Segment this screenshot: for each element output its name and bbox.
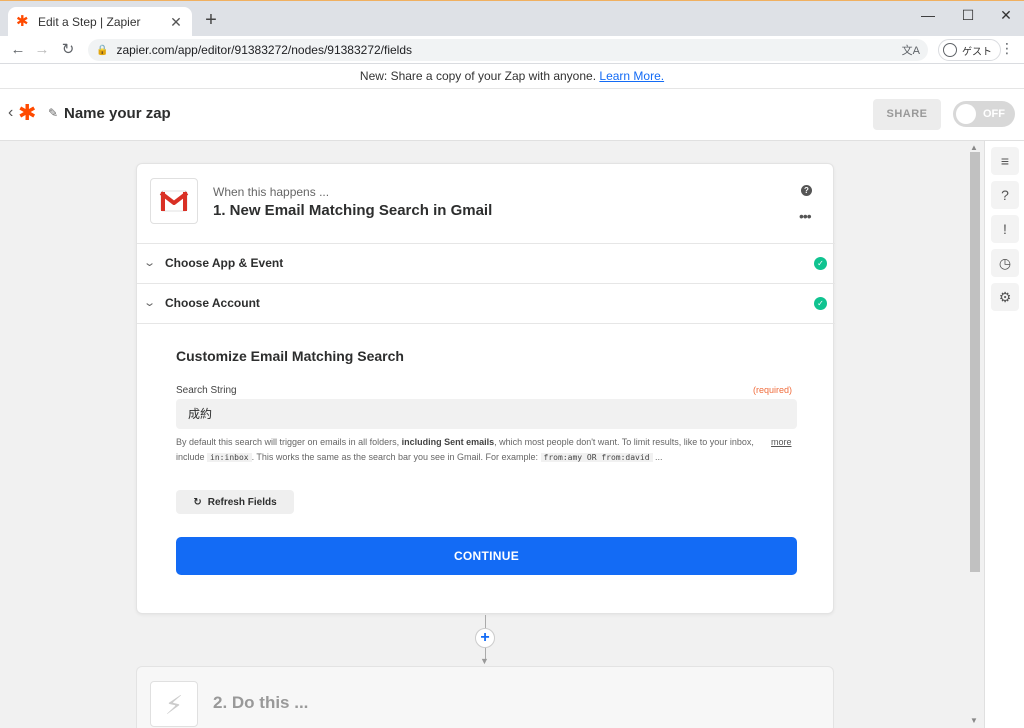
maximize-button[interactable]: ☐ [948, 5, 988, 25]
refresh-label: Refresh Fields [207, 496, 277, 508]
lock-icon: 🔒 [96, 44, 109, 56]
profile-button[interactable]: ゲスト [938, 39, 1001, 61]
translate-icon[interactable]: 文A [902, 42, 920, 58]
section-divider [137, 323, 835, 324]
help-text-part: . This works the same as the search bar … [251, 452, 539, 462]
url-text: zapier.com/app/editor/91383272/nodes/913… [116, 43, 413, 57]
check-circle-icon: ✓ [814, 297, 827, 310]
close-tab-icon[interactable]: ✕ [168, 14, 184, 31]
pencil-icon[interactable]: ✎ [48, 106, 58, 120]
history-clock-icon[interactable]: ◷ [991, 249, 1019, 277]
customize-title: Customize Email Matching Search [176, 348, 404, 364]
scroll-up-arrow[interactable]: ▲ [970, 143, 978, 152]
more-options-icon[interactable]: ••• [799, 208, 812, 224]
help-text-bold: including Sent emails [401, 437, 495, 447]
section-label: Choose Account [165, 296, 260, 310]
add-step-plus-icon[interactable]: + [475, 628, 495, 648]
code-snippet: in:inbox [207, 453, 252, 462]
browser-titlebar: ✱ Edit a Step | Zapier ✕ + — ☐ ✕ [0, 0, 1024, 37]
section-choose-app-event[interactable]: ⌄ Choose App & Event ✓ [137, 243, 835, 283]
zapier-favicon-icon: ✱ [16, 13, 29, 30]
forward-arrow-icon[interactable]: → [32, 40, 52, 60]
profile-label: ゲスト [962, 46, 992, 58]
question-mark-icon[interactable]: ? [801, 185, 812, 196]
zap-on-off-toggle[interactable]: OFF [953, 101, 1015, 127]
refresh-icon: ↻ [193, 496, 202, 508]
code-snippet: from:amy OR from:david [540, 453, 653, 462]
check-circle-icon: ✓ [814, 257, 827, 270]
help-text-ellipsis: ... [655, 452, 663, 462]
settings-gear-icon[interactable]: ⚙ [991, 283, 1019, 311]
toggle-label: OFF [983, 108, 1005, 120]
right-sidebar: ≡ ? ! ◷ ⚙ [984, 141, 1024, 728]
step-2-title: 2. Do this ... [213, 693, 309, 712]
minimize-button[interactable]: — [908, 5, 948, 25]
refresh-fields-button[interactable]: ↻ Refresh Fields [176, 490, 294, 514]
toggle-knob [956, 104, 976, 124]
search-string-label: Search String [176, 385, 237, 396]
zap-header: ‹ ✱ ✎ Name your zap SHARE OFF [0, 89, 1024, 141]
announcement-text: New: Share a copy of your Zap with anyon… [359, 69, 597, 83]
person-icon [943, 43, 957, 57]
tab-title: Edit a Step | Zapier [38, 15, 141, 29]
required-label: (required) [753, 385, 793, 395]
chevron-down-icon: ⌄ [143, 257, 157, 269]
zapier-logo-icon[interactable]: ✱ [18, 101, 36, 125]
step-title: 1. New Email Matching Search in Gmail [213, 202, 493, 219]
gmail-app-icon [150, 178, 198, 224]
continue-button[interactable]: CONTINUE [176, 537, 797, 575]
browser-menu-icon[interactable]: ⋮ [1000, 40, 1014, 57]
section-label: Choose App & Event [165, 256, 284, 270]
share-button[interactable]: SHARE [873, 99, 941, 130]
section-choose-account[interactable]: ⌄ Choose Account ✓ [137, 283, 835, 323]
zap-name[interactable]: Name your zap [64, 105, 171, 122]
more-link[interactable]: more [771, 435, 792, 450]
announcement-banner: New: Share a copy of your Zap with anyon… [0, 64, 1024, 89]
scrollbar-thumb[interactable] [970, 152, 980, 572]
lightning-bolt-icon: ⚡ [150, 681, 198, 727]
search-string-input[interactable]: 成約 [176, 399, 797, 429]
help-text: By default this search will trigger on e… [176, 435, 756, 465]
connector-arrow-icon: ▼ [480, 656, 489, 666]
step-2-card[interactable]: ⚡ 2. Do this ... [136, 666, 834, 728]
browser-toolbar: ← → ↻ 🔒 zapier.com/app/editor/91383272/n… [0, 36, 1024, 64]
alert-icon[interactable]: ! [991, 215, 1019, 243]
browser-tab[interactable]: ✱ Edit a Step | Zapier ✕ [8, 7, 192, 37]
help-circle-icon[interactable]: ? [991, 181, 1019, 209]
help-text-part: By default this search will trigger on e… [176, 437, 400, 447]
new-tab-button[interactable]: + [200, 9, 222, 31]
close-window-button[interactable]: ✕ [986, 5, 1024, 25]
back-arrow-icon[interactable]: ← [8, 40, 28, 60]
learn-more-link[interactable]: Learn More. [599, 69, 664, 83]
step-prefix: When this happens ... [213, 185, 330, 199]
address-bar[interactable]: 🔒 zapier.com/app/editor/91383272/nodes/9… [88, 39, 928, 61]
scroll-down-arrow[interactable]: ▼ [970, 716, 978, 725]
back-chevron-icon[interactable]: ‹ [8, 104, 13, 122]
details-list-icon[interactable]: ≡ [991, 147, 1019, 175]
step-1-card: When this happens ... 1. New Email Match… [136, 163, 835, 614]
reload-icon[interactable]: ↻ [58, 40, 78, 60]
chevron-down-icon: ⌄ [143, 297, 157, 309]
